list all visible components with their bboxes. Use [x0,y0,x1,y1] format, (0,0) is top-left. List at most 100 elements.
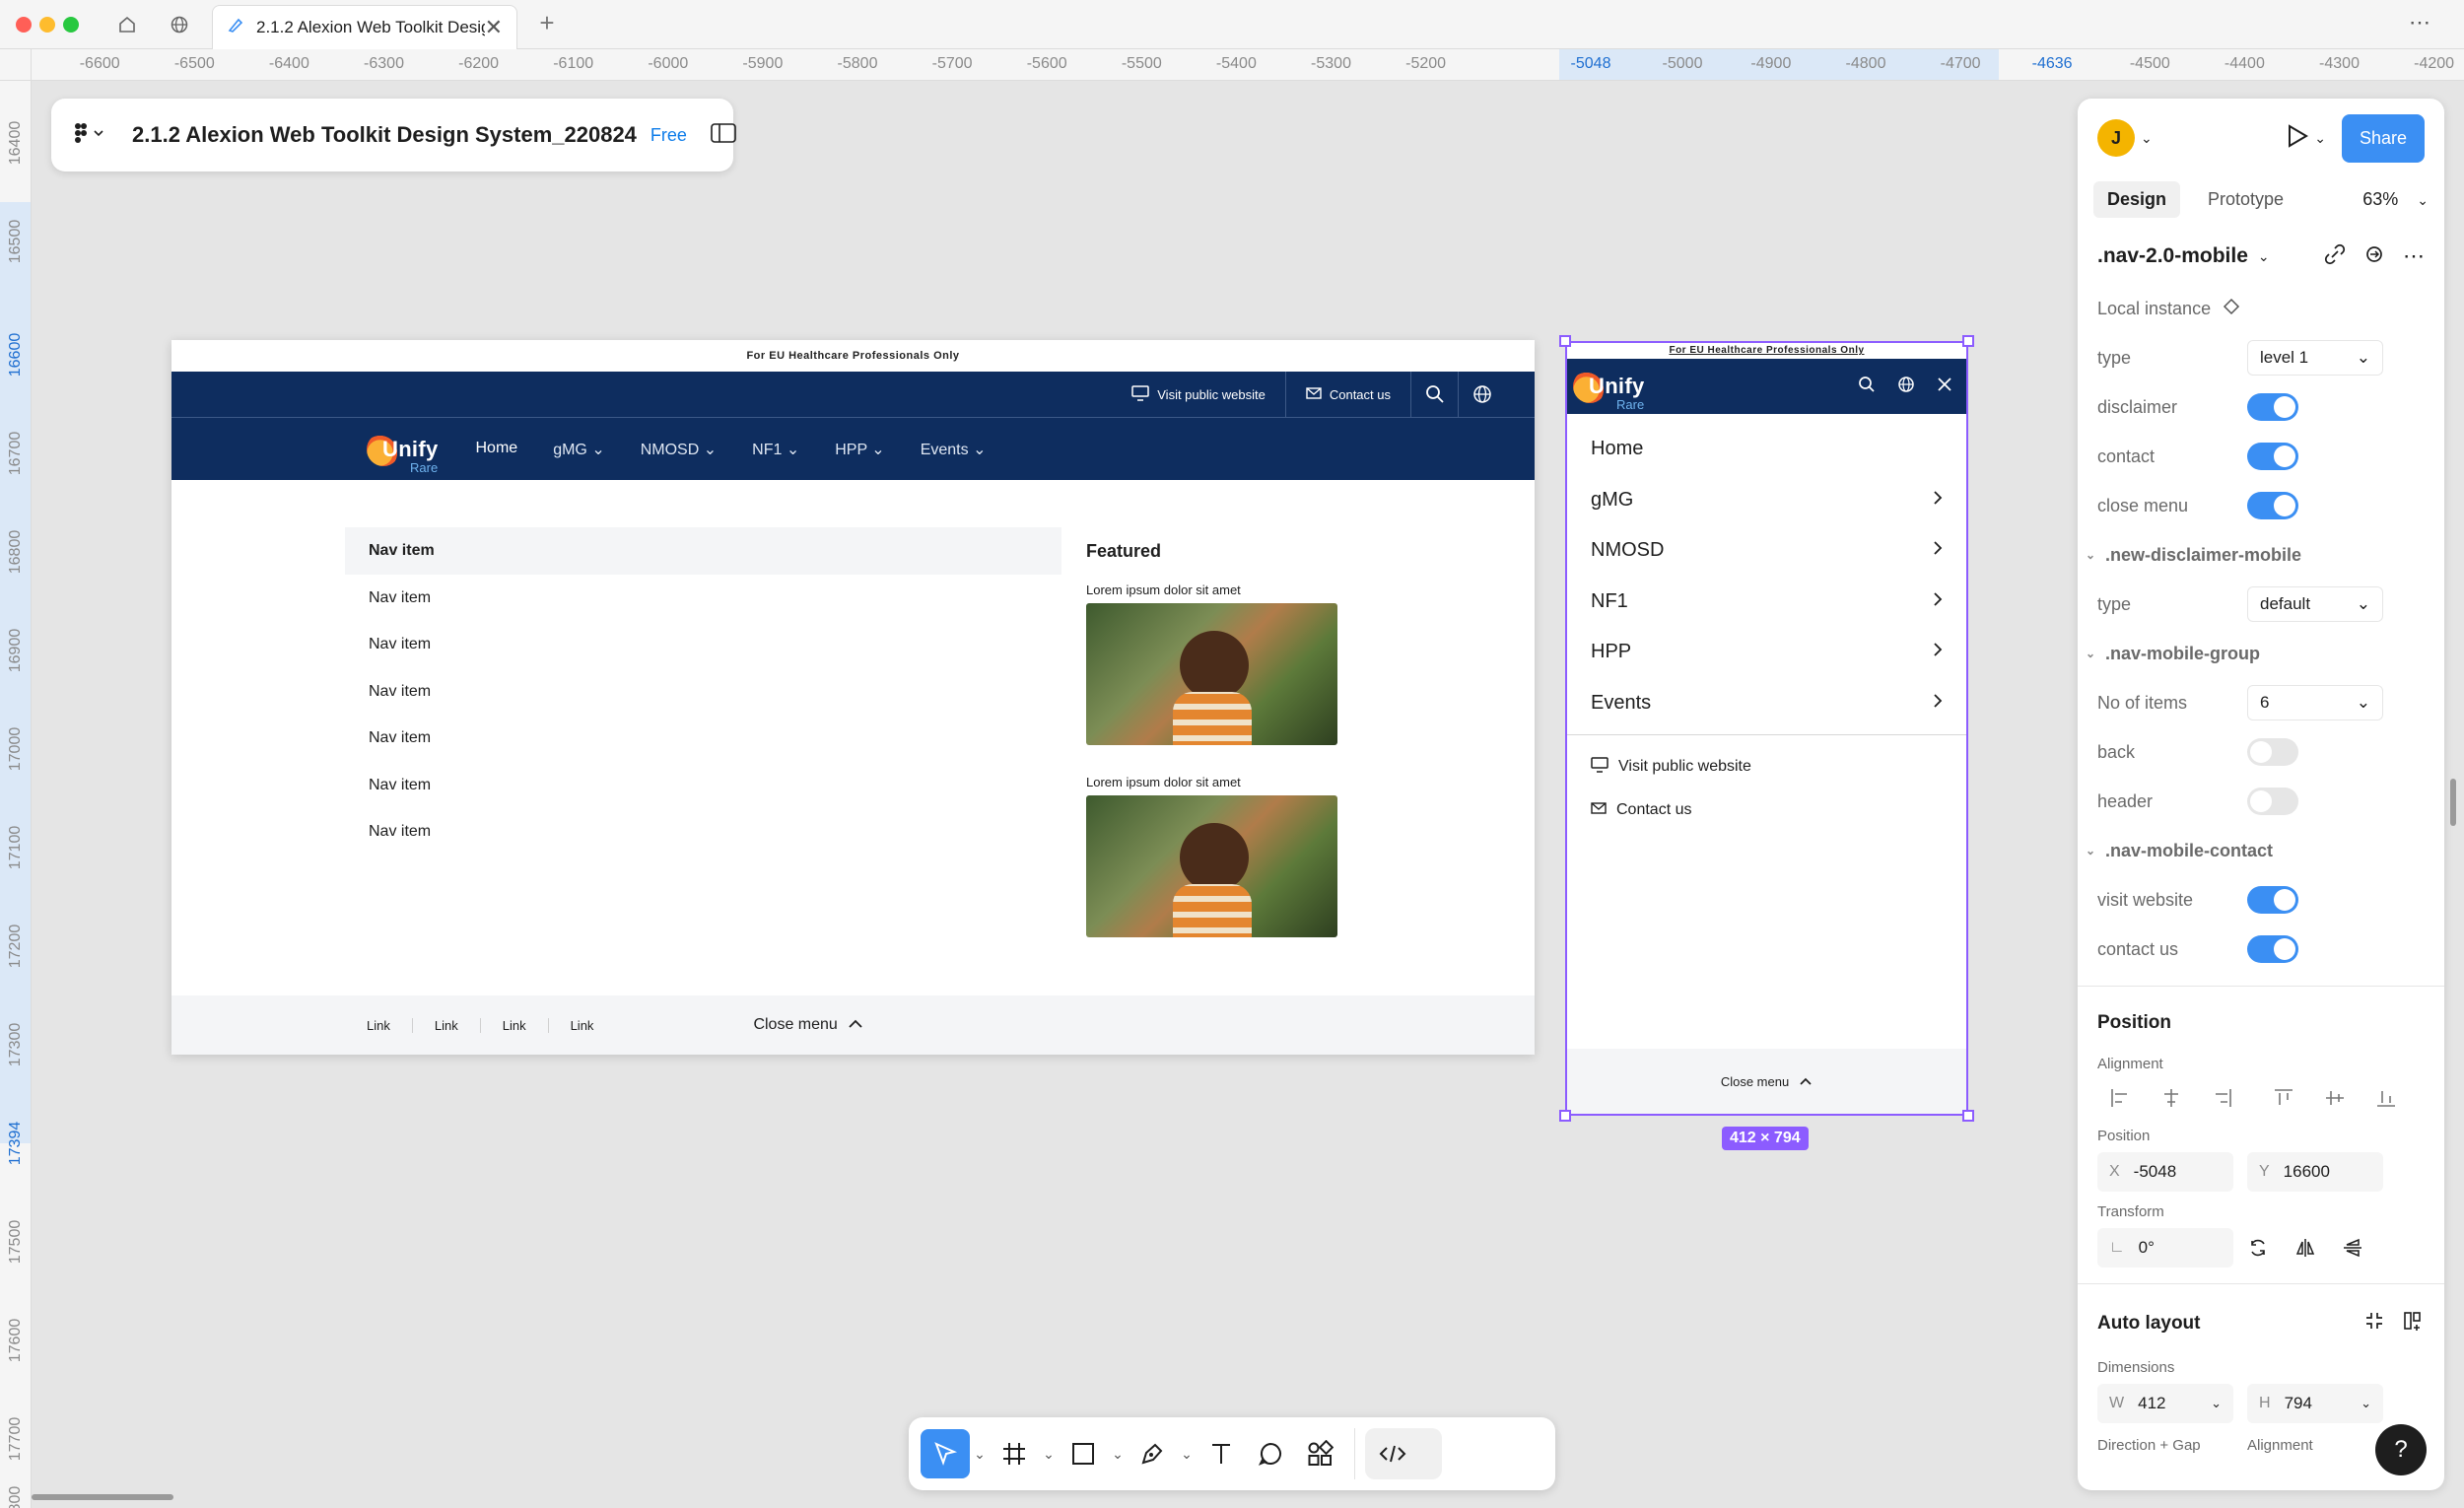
panel-scrollbar[interactable] [2450,779,2456,826]
disclaimer-toggle[interactable] [2247,393,2298,421]
sidebar-toggle-icon[interactable] [711,122,736,148]
nav-gmg[interactable]: gMG ⌄ [553,440,605,459]
search-icon[interactable] [1410,372,1458,417]
nav-item[interactable]: Nav item [345,808,1061,856]
items-select[interactable]: 6 ⌄ [2247,685,2383,720]
close-window-button[interactable] [16,17,32,33]
contact-us-link[interactable]: Contact us [1284,372,1410,417]
featured-image[interactable] [1086,795,1337,937]
minimize-window-button[interactable] [39,17,55,33]
detach-icon[interactable] [2324,243,2346,270]
tab-prototype[interactable]: Prototype [2194,181,2297,218]
play-icon[interactable] [2287,123,2309,153]
width-field[interactable]: W 412 ⌄ [2097,1384,2233,1423]
pen-tool[interactable] [1128,1429,1177,1478]
chevron-down-icon[interactable]: ⌄ [1108,1446,1128,1463]
frame-tool[interactable] [990,1429,1039,1478]
mobile-menu-item-hpp[interactable]: HPP [1567,627,1966,678]
flip-horizontal-icon[interactable] [2294,1228,2316,1268]
swap-instance-icon[interactable] [2363,243,2385,270]
nav-item[interactable]: Nav item [345,762,1061,809]
chevron-down-icon[interactable]: ⌄ [2314,130,2326,147]
height-field[interactable]: H 794 ⌄ [2247,1384,2383,1423]
more-icon[interactable]: ⋯ [2409,10,2431,35]
logo[interactable]: Unify Rare [367,432,439,475]
contact-us-link[interactable]: Contact us [1567,788,1966,832]
close-menu-button[interactable]: Close menu [753,1016,862,1034]
nav-item[interactable]: Nav item [345,715,1061,762]
mobile-menu-item-home[interactable]: Home [1567,424,1966,475]
search-icon[interactable] [1858,376,1876,398]
tab-design[interactable]: Design [2093,180,2181,218]
move-tool[interactable] [921,1429,970,1478]
align-right-icon[interactable] [2200,1080,2245,1116]
chevron-down-icon[interactable]: ⌄ [1177,1446,1197,1463]
featured-caption[interactable]: Lorem ipsum dolor sit amet [1086,583,1337,597]
nav-hpp[interactable]: HPP ⌄ [835,440,884,459]
collapse-icon[interactable] [2363,1310,2385,1337]
actions-tool[interactable] [1295,1429,1344,1478]
mobile-menu-item-events[interactable]: Events [1567,678,1966,729]
flip-vertical-icon[interactable] [2342,1228,2363,1268]
visit-website-toggle[interactable] [2247,886,2298,914]
nav-nmosd[interactable]: NMOSD ⌄ [641,440,717,459]
nested-instance-mobile-group[interactable]: ⌄ .nav-mobile-group [2078,629,2444,678]
globe-icon[interactable] [163,8,196,41]
tab-file[interactable]: 2.1.2 Alexion Web Toolkit Design ✕ [212,5,517,49]
component-name[interactable]: .nav-2.0-mobile [2097,244,2248,268]
contact-us-toggle[interactable] [2247,935,2298,963]
align-center-vertical-icon[interactable] [2312,1080,2358,1116]
maximize-window-button[interactable] [63,17,79,33]
disclaimer-type-select[interactable]: default ⌄ [2247,586,2383,622]
visit-public-website-link[interactable]: Visit public website [1112,372,1285,417]
mobile-menu-item-gmg[interactable]: gMG [1567,475,1966,526]
featured-caption[interactable]: Lorem ipsum dolor sit amet [1086,775,1337,789]
more-icon[interactable]: ⋯ [2403,243,2425,269]
logo[interactable]: Unify Rare [1573,370,1645,412]
rectangle-tool[interactable] [1059,1429,1108,1478]
back-toggle[interactable] [2247,738,2298,766]
footer-link[interactable]: Link [479,1017,548,1033]
globe-icon[interactable] [1897,376,1915,398]
nav-item[interactable]: Nav item [345,527,1061,575]
contact-toggle[interactable] [2247,443,2298,470]
mobile-menu-item-nmosd[interactable]: NMOSD [1567,525,1966,577]
resize-handle[interactable] [1962,335,1974,347]
align-center-horizontal-icon[interactable] [2149,1080,2194,1116]
auto-layout-settings-icon[interactable] [2403,1310,2425,1337]
nav-item[interactable]: Nav item [345,621,1061,668]
file-name[interactable]: 2.1.2 Alexion Web Toolkit Design System_… [132,122,637,148]
text-tool[interactable] [1197,1429,1246,1478]
align-top-icon[interactable] [2261,1080,2306,1116]
mobile-menu-item-nf1[interactable]: NF1 [1567,577,1966,628]
resize-handle[interactable] [1559,1110,1571,1122]
y-field[interactable]: Y 16600 [2247,1152,2383,1192]
mobile-nav-frame[interactable]: For EU Healthcare Professionals Only Uni… [1567,343,1966,1114]
footer-link[interactable]: Link [547,1017,616,1033]
chevron-down-icon[interactable]: ⌄ [970,1446,990,1463]
desktop-nav-frame[interactable]: For EU Healthcare Professionals Only Vis… [171,340,1535,1055]
zoom-level[interactable]: 63% ⌄ [2362,189,2429,210]
dev-mode-toggle[interactable] [1365,1428,1442,1479]
help-button[interactable]: ? [2375,1424,2427,1475]
nav-home[interactable]: Home [476,440,518,459]
footer-link[interactable]: Link [345,1018,412,1033]
type-select[interactable]: level 1 ⌄ [2247,340,2383,376]
rotate-icon[interactable] [2247,1228,2269,1268]
nested-instance-disclaimer[interactable]: ⌄ .new-disclaimer-mobile [2078,530,2444,580]
nested-instance-contact[interactable]: ⌄ .nav-mobile-contact [2078,826,2444,875]
visit-public-website-link[interactable]: Visit public website [1567,745,1966,788]
close-icon[interactable] [1937,377,1952,397]
comment-tool[interactable] [1246,1429,1295,1478]
globe-icon[interactable] [1458,372,1505,417]
close-tab-icon[interactable]: ✕ [485,15,503,40]
figma-menu-icon[interactable] [73,122,106,149]
nav-events[interactable]: Events ⌄ [921,440,987,459]
rotation-field[interactable]: ∟ 0° [2097,1228,2233,1268]
header-toggle[interactable] [2247,788,2298,815]
resize-handle[interactable] [1962,1110,1974,1122]
nav-item[interactable]: Nav item [345,668,1061,716]
share-button[interactable]: Share [2341,113,2425,163]
align-left-icon[interactable] [2097,1080,2143,1116]
chevron-down-icon[interactable]: ⌄ [2258,248,2270,265]
